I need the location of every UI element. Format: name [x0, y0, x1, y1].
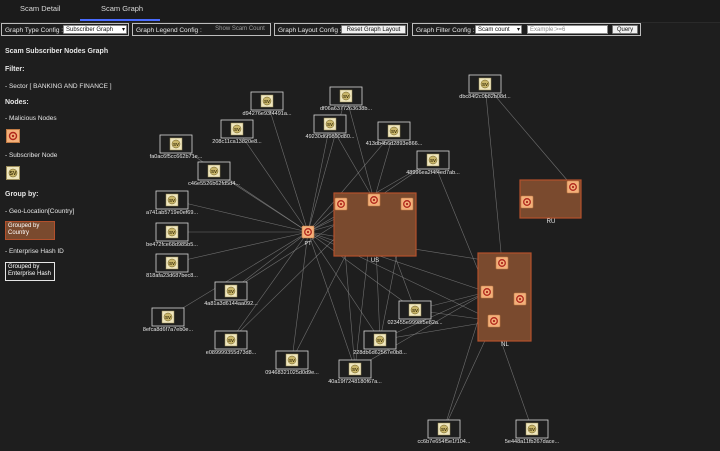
subscriber-node[interactable]: SV a741ab5719e0ef69...: [146, 190, 198, 216]
malicious-node[interactable]: [301, 225, 315, 239]
subscriber-node-label: d94276e93f4491a...: [243, 111, 292, 117]
malicious-node[interactable]: [495, 256, 509, 270]
subscriber-node[interactable]: SV 208c11ca13820e8...: [212, 119, 262, 145]
malicious-node[interactable]: [520, 195, 534, 209]
subscriber-icon-glyph: SV: [412, 308, 418, 313]
graph-edge: [171, 199, 309, 233]
graph-edge: [484, 83, 503, 264]
country-group-label: US: [371, 258, 379, 264]
subscriber-node-label: 413db4b6d2893e866...: [366, 141, 423, 147]
subscriber-icon-glyph: SV: [228, 338, 234, 343]
subscriber-icon-glyph: SV: [169, 261, 175, 266]
biohazard-core: [339, 202, 343, 206]
subscriber-icon-glyph: SV: [377, 338, 383, 343]
subscriber-icon-glyph: SV: [327, 122, 333, 127]
subscriber-node-label: 09468321025d0d9e...: [265, 370, 319, 376]
malicious-node-label: PT: [304, 241, 312, 247]
subscriber-node-label: 4a81a3d6144aa092...: [204, 301, 258, 307]
subscriber-node-label: 40a19f7248180f67a...: [328, 379, 382, 385]
subscriber-icon-glyph: SV: [352, 367, 358, 372]
malicious-node[interactable]: [480, 285, 494, 299]
subscriber-node[interactable]: SV cc6b7e654f5e1f104...: [418, 419, 471, 445]
biohazard-core: [372, 198, 376, 202]
subscriber-node-label: be472fce68d985b5...: [146, 242, 198, 248]
subscriber-node[interactable]: SV df06a6377263638b...: [320, 86, 372, 112]
biohazard-core: [306, 230, 310, 234]
biohazard-core: [492, 319, 496, 323]
malicious-node[interactable]: [400, 197, 414, 211]
subscriber-icon-glyph: SV: [441, 427, 447, 432]
biohazard-core: [485, 290, 489, 294]
biohazard-core: [571, 185, 575, 189]
subscriber-node[interactable]: SV 818afa23d687bec8...: [146, 253, 198, 279]
subscriber-node[interactable]: SV 09468321025d0d9e...: [265, 350, 319, 376]
subscriber-node[interactable]: SV 49230d6f9890d80...: [306, 114, 355, 140]
malicious-node[interactable]: [566, 180, 580, 194]
subscriber-node-label: 208c11ca13820e8...: [212, 139, 262, 145]
subscriber-icon-glyph: SV: [234, 127, 240, 132]
subscriber-icon-glyph: SV: [482, 82, 488, 87]
subscriber-node[interactable]: SV c46e5526b62fd5d4...: [188, 161, 240, 187]
subscriber-node[interactable]: SV 5e448a11fb267dace...: [505, 419, 560, 445]
subscriber-icon-glyph: SV: [169, 198, 175, 203]
subscriber-icon-glyph: SV: [165, 315, 171, 320]
subscriber-node-label: 48996ea2f4f4ed7ab...: [406, 170, 460, 176]
subscriber-icon-glyph: SV: [173, 142, 179, 147]
biohazard-core: [500, 261, 504, 265]
subscriber-node-label: a741ab5719e0ef69...: [146, 210, 198, 216]
biohazard-core: [525, 200, 529, 204]
subscriber-node-label: e089999355d73d8...: [206, 350, 257, 356]
malicious-node[interactable]: [487, 314, 501, 328]
subscriber-node[interactable]: SV 48996ea2f4f4ed7ab...: [406, 150, 460, 176]
subscriber-icon-glyph: SV: [343, 94, 349, 99]
subscriber-node-label: 8efca8d6f7a7eb0e...: [143, 327, 194, 333]
subscriber-node-label: 228db6d62567e0b8...: [353, 350, 407, 356]
subscriber-node[interactable]: SV be472fce68d985b5...: [146, 222, 198, 248]
subscriber-node-label: 49230d6f9890d80...: [306, 134, 355, 140]
subscriber-node[interactable]: SV dbc84f2c0b82b08d...: [459, 74, 511, 100]
subscriber-node[interactable]: SV d94276e93f4491a...: [243, 91, 292, 117]
subscriber-icon-glyph: SV: [211, 169, 217, 174]
graph-canvas[interactable]: US RU NL PT SV d94276e93f4491a... SV df06a63772…: [0, 0, 720, 451]
subscriber-node-label: dbc84f2c0b82b08d...: [459, 94, 511, 100]
subscriber-node[interactable]: SV 023455e9998f5e82a...: [387, 300, 443, 326]
subscriber-node-label: fa0ac6f5cc662b71e...: [150, 154, 203, 160]
subscriber-node[interactable]: SV 4a81a3d6144aa092...: [204, 281, 258, 307]
subscriber-node[interactable]: SV e089999355d73d8...: [206, 330, 257, 356]
subscriber-icon-glyph: SV: [228, 289, 234, 294]
subscriber-node-label: 023455e9998f5e82a...: [387, 320, 443, 326]
subscriber-node-label: 5e448a11fb267dace...: [505, 439, 560, 445]
biohazard-core: [518, 297, 522, 301]
subscriber-node[interactable]: SV 40a19f7248180f67a...: [328, 359, 382, 385]
subscriber-node-label: df06a6377263638b...: [320, 106, 372, 112]
subscriber-node[interactable]: SV 8efca8d6f7a7eb0e...: [143, 307, 194, 333]
subscriber-icon-glyph: SV: [430, 158, 436, 163]
country-group-label: RU: [547, 219, 556, 225]
subscriber-node-label: c46e5526b62fd5d4...: [188, 181, 240, 187]
subscriber-node-label: cc6b7e654f5e1f104...: [418, 439, 471, 445]
subscriber-icon-glyph: SV: [169, 230, 175, 235]
malicious-node[interactable]: [367, 193, 381, 207]
subscriber-node[interactable]: SV fa0ac6f5cc662b71e...: [150, 134, 203, 160]
malicious-node[interactable]: [334, 197, 348, 211]
subscriber-icon-glyph: SV: [391, 129, 397, 134]
subscriber-icon-glyph: SV: [289, 358, 295, 363]
subscriber-node-label: 818afa23d687bec8...: [146, 273, 198, 279]
malicious-node[interactable]: [513, 292, 527, 306]
graph-edge: [266, 100, 309, 233]
subscriber-icon-glyph: SV: [264, 99, 270, 104]
subscriber-node[interactable]: SV 413db4b6d2893e866...: [366, 121, 423, 147]
country-group-label: NL: [501, 342, 509, 348]
subscriber-icon-glyph: SV: [529, 427, 535, 432]
biohazard-core: [405, 202, 409, 206]
